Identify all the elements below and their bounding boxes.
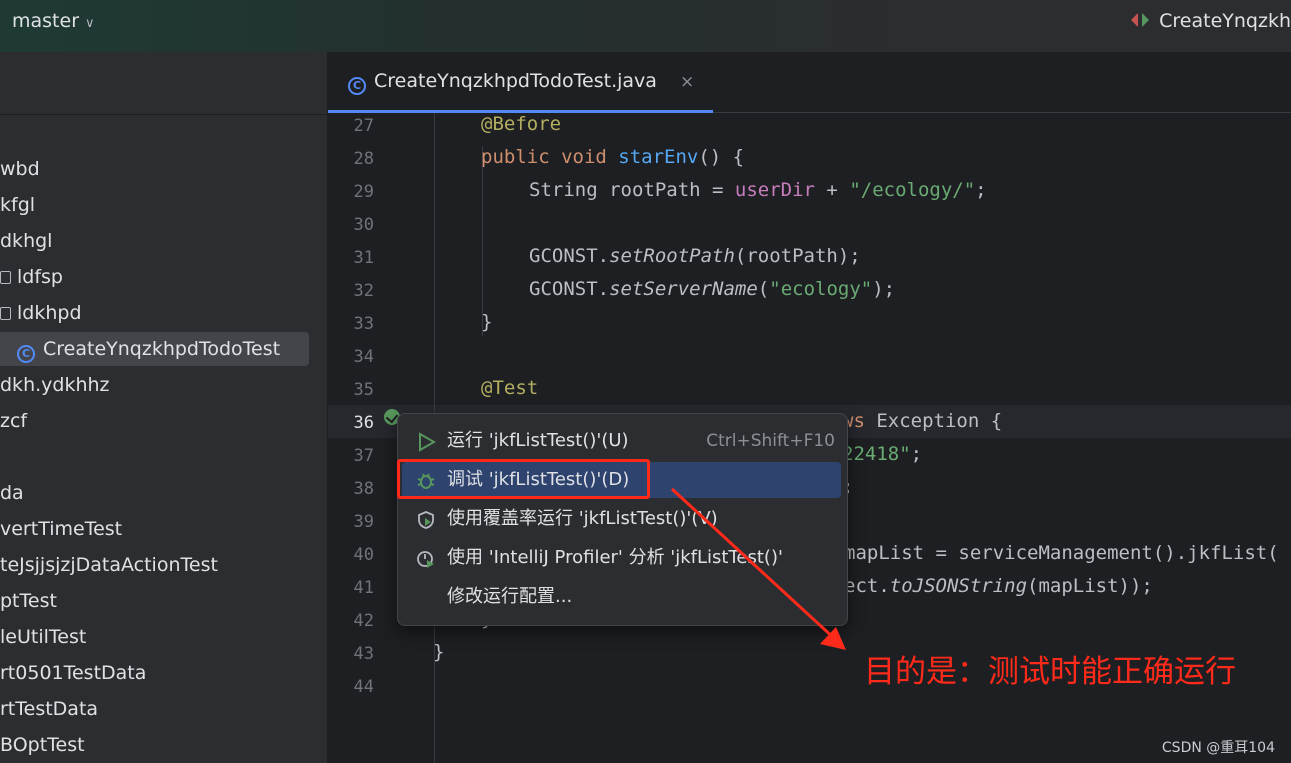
watermark: CSDN @重耳104 [1161, 740, 1275, 756]
annotation-text: 目的是：测试时能正确运行 [864, 654, 1236, 690]
